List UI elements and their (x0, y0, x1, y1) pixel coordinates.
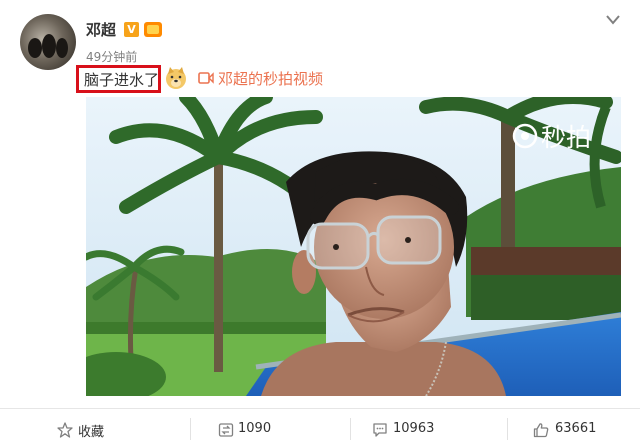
comment-count[interactable]: 10963 (393, 421, 434, 436)
thumbs-up-icon[interactable] (533, 422, 549, 438)
avatar[interactable] (20, 14, 76, 70)
favorite-button[interactable]: 收藏 (78, 421, 104, 440)
action-separator (190, 418, 191, 440)
chevron-down-icon[interactable] (603, 12, 623, 28)
weibo-post-card: 邓超 V 49分钟前 脑子进水了 邓超的秒拍视频 秒拍 收藏 1090 1096… (0, 0, 640, 448)
action-bar-divider (0, 408, 640, 409)
username[interactable]: 邓超 (86, 19, 116, 40)
repost-icon[interactable] (218, 422, 234, 438)
star-icon[interactable] (57, 422, 73, 438)
like-count[interactable]: 63661 (555, 421, 596, 436)
watermark-text: 秒拍 (541, 123, 592, 152)
member-badge-icon[interactable] (144, 22, 162, 37)
doge-emoji-icon (166, 67, 186, 89)
action-separator (350, 418, 351, 440)
verified-badge-icon: V (124, 22, 139, 37)
post-text: 脑子进水了 (84, 71, 160, 89)
repost-count[interactable]: 1090 (238, 421, 271, 436)
post-time[interactable]: 49分钟前 (86, 48, 137, 65)
video-icon[interactable] (198, 71, 214, 85)
video-link[interactable]: 邓超的秒拍视频 (218, 68, 323, 89)
comment-icon[interactable] (372, 422, 388, 438)
action-separator (507, 418, 508, 440)
